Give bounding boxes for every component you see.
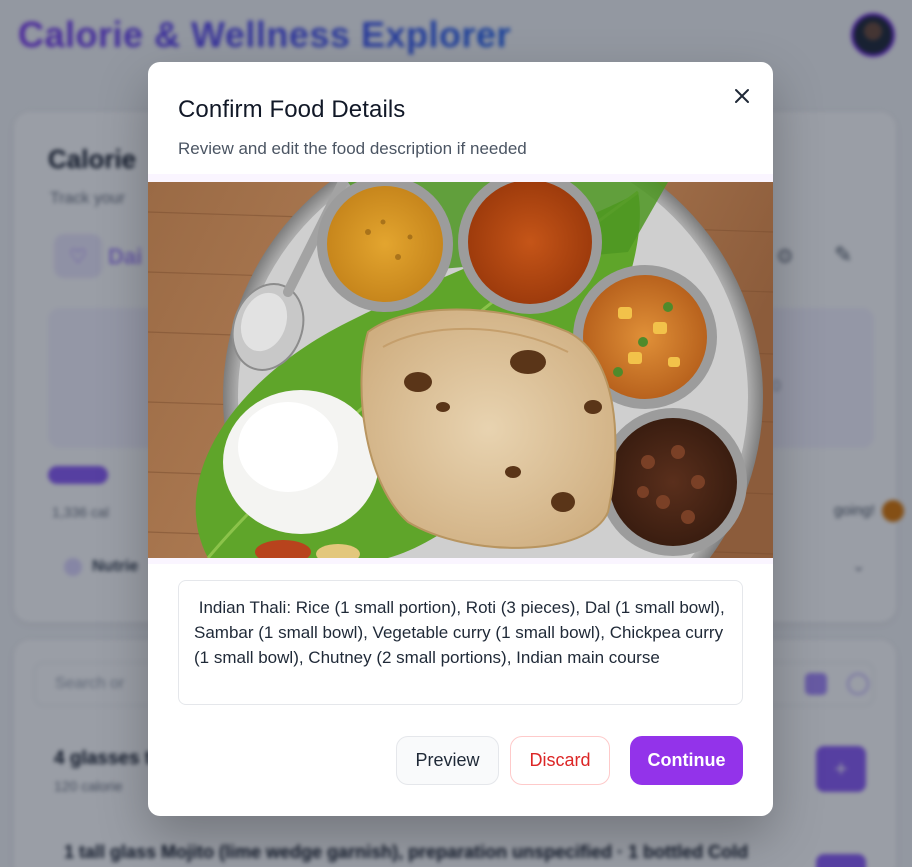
food-description-textarea[interactable]: Indian Thali: Rice (1 small portion), Ro… (178, 580, 743, 705)
close-button[interactable] (728, 82, 756, 110)
image-bottom-strip (148, 558, 773, 564)
discard-button[interactable]: Discard (510, 736, 610, 785)
close-icon (735, 89, 749, 103)
preview-button[interactable]: Preview (396, 736, 499, 785)
continue-button[interactable]: Continue (630, 736, 743, 785)
dialog-subtitle: Review and edit the food description if … (178, 139, 527, 158)
confirm-food-dialog: Confirm Food Details Review and edit the… (148, 62, 773, 816)
food-photo (148, 182, 773, 558)
dialog-title: Confirm Food Details (178, 96, 406, 123)
image-top-strip (148, 174, 773, 182)
